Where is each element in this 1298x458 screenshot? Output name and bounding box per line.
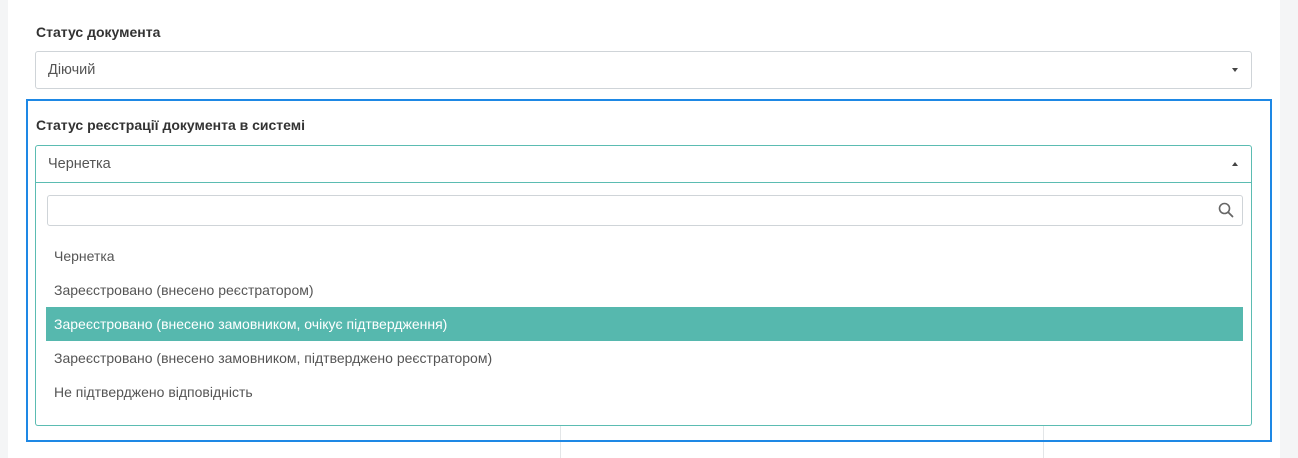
dropdown-search-box xyxy=(47,195,1243,226)
document-status-value: Діючий xyxy=(48,62,96,78)
chevron-down-icon xyxy=(1232,68,1238,72)
dropdown-option[interactable]: Зареєстровано (внесено реєстратором) xyxy=(46,273,1243,307)
document-status-label: Статус документа xyxy=(36,24,161,40)
dropdown-search-input[interactable] xyxy=(48,196,1208,225)
registration-status-select[interactable]: Чернетка xyxy=(35,145,1252,183)
dropdown-option-highlighted[interactable]: Зареєстровано (внесено замовником, очіку… xyxy=(46,307,1243,341)
search-icon xyxy=(1218,202,1234,218)
registration-status-value: Чернетка xyxy=(48,156,111,172)
registration-status-label: Статус реєстрації документа в системі xyxy=(36,117,306,133)
dropdown-option[interactable]: Не підтверджено відповідність xyxy=(46,375,1243,409)
registration-status-dropdown: Чернетка Зареєстровано (внесено реєстрат… xyxy=(35,183,1252,426)
dropdown-option[interactable]: Зареєстровано (внесено замовником, підтв… xyxy=(46,341,1243,375)
document-status-select[interactable]: Діючий xyxy=(35,51,1252,89)
chevron-up-icon xyxy=(1232,162,1238,166)
dropdown-option[interactable]: Чернетка xyxy=(46,239,1243,273)
dropdown-options-list: Чернетка Зареєстровано (внесено реєстрат… xyxy=(46,239,1243,409)
